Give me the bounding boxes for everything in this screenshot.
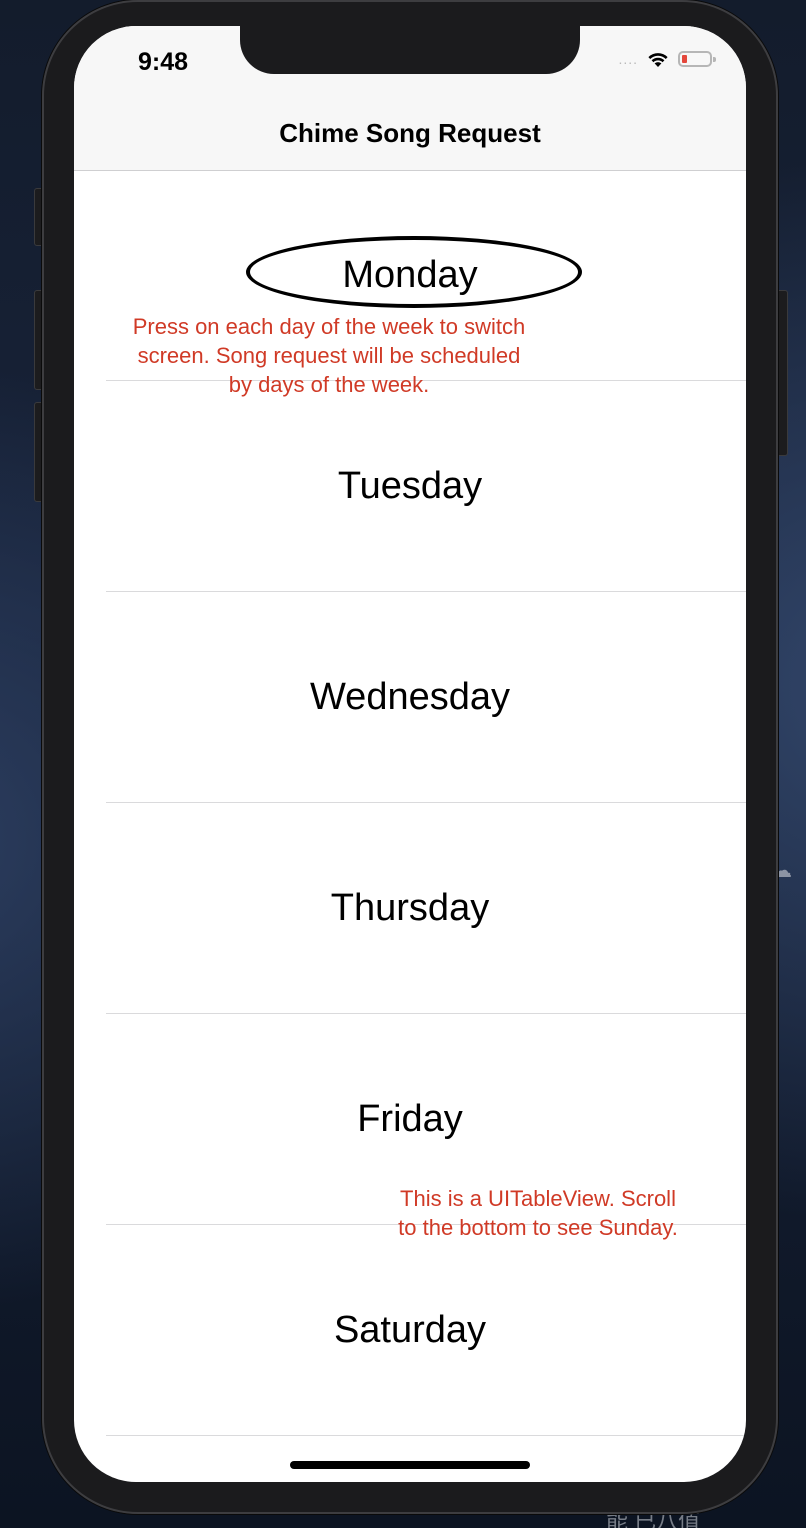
device-notch — [240, 26, 580, 74]
row-label: Tuesday — [337, 465, 483, 507]
row-label: Friday — [357, 1098, 463, 1140]
table-row-tuesday[interactable]: Tuesday — [74, 381, 746, 592]
battery-low-icon — [678, 51, 716, 67]
row-label: Wednesday — [310, 676, 510, 718]
simulator-screen: 9:48 .... Chime Song Request Monday Tues… — [74, 26, 746, 1482]
home-indicator[interactable] — [290, 1461, 530, 1469]
monday-highlight-ellipse — [246, 236, 582, 308]
wifi-icon — [646, 50, 670, 68]
table-row-saturday[interactable]: Saturday — [74, 1225, 746, 1436]
status-indicators: .... — [618, 50, 716, 68]
cellular-signal-icon: .... — [618, 51, 638, 67]
table-row-wednesday[interactable]: Wednesday — [74, 592, 746, 803]
battery-level — [682, 55, 687, 63]
row-label: Saturday — [333, 1309, 487, 1351]
annotation-tableview: This is a UITableView. Scroll to the bot… — [398, 1186, 678, 1240]
status-time: 9:48 — [138, 48, 189, 76]
row-label: Thursday — [330, 887, 490, 929]
annotation-press-days: Press on each day of the week to switch … — [132, 314, 526, 397]
table-row-thursday[interactable]: Thursday — [74, 803, 746, 1014]
page-title: Chime Song Request — [279, 118, 541, 148]
